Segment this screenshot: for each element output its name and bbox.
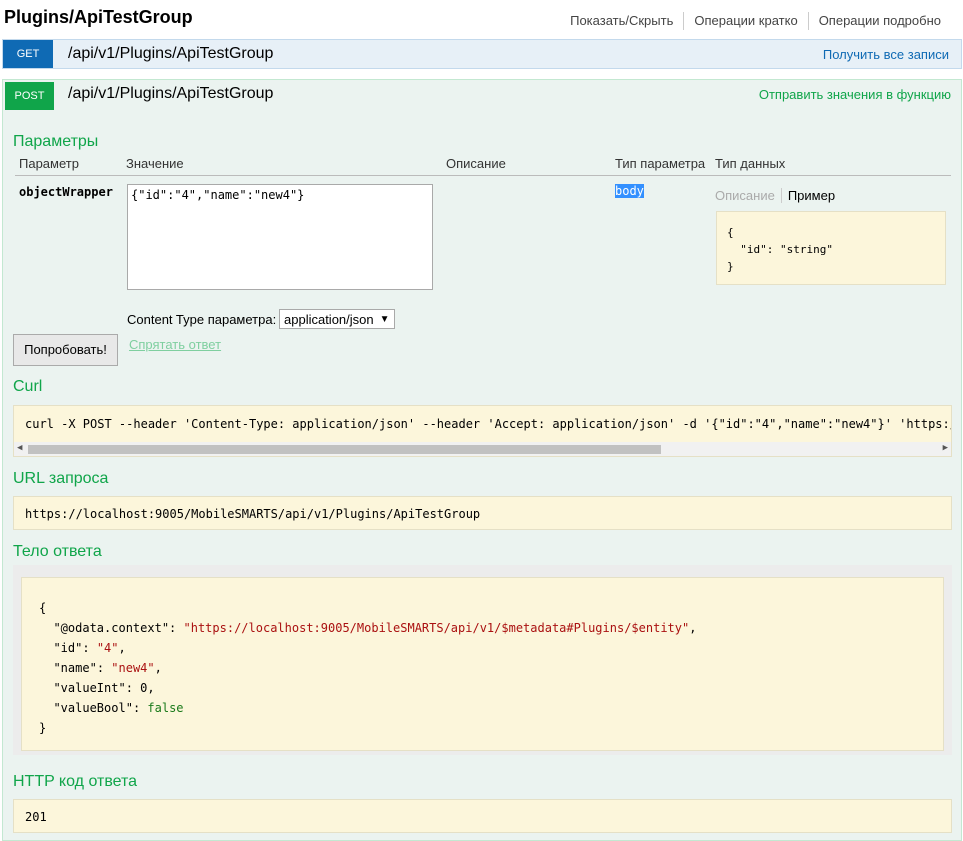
col-value: Значение	[126, 156, 184, 171]
dropdown-arrow-icon: ▼	[379, 313, 390, 325]
col-data-type: Тип данных	[715, 156, 786, 171]
list-operations-link[interactable]: Операции кратко	[683, 12, 807, 30]
response-json: { "@odata.context": "https://localhost:9…	[39, 598, 696, 738]
response-code-title: HTTP код ответа	[13, 773, 138, 790]
parameters-title: Параметры	[13, 133, 99, 150]
tab-model-example[interactable]: Пример	[782, 188, 835, 203]
post-path[interactable]: /api/v1/Plugins/ApiTestGroup	[68, 85, 273, 103]
horizontal-scrollbar[interactable]: ◀ ▶	[14, 442, 951, 456]
model-example-box[interactable]: { "id": "string" }	[716, 211, 946, 285]
resource-title[interactable]: Plugins/ApiTestGroup	[4, 7, 193, 28]
json-key: "valueBool"	[53, 701, 133, 715]
json-key: "@odata.context"	[53, 621, 170, 635]
response-body-title: Тело ответа	[13, 543, 102, 560]
request-url-title: URL запроса	[13, 470, 109, 487]
get-path[interactable]: /api/v1/Plugins/ApiTestGroup	[68, 45, 273, 63]
post-method-badge[interactable]: POST	[5, 82, 54, 110]
try-it-button[interactable]: Попробовать!	[13, 334, 118, 366]
request-url: https://localhost:9005/MobileSMARTS/api/…	[25, 507, 481, 521]
json-line: "id": "4",	[53, 641, 126, 655]
header-links: Показать/Скрыть Операции кратко Операции…	[560, 12, 951, 30]
param-name: objectWrapper	[19, 185, 113, 199]
json-key: "name"	[53, 661, 97, 675]
response-body-container: { "@odata.context": "https://localhost:9…	[13, 565, 952, 755]
curl-block[interactable]: curl -X POST --header 'Content-Type: app…	[13, 405, 952, 457]
curl-command: curl -X POST --header 'Content-Type: app…	[25, 417, 952, 431]
scroll-right-icon[interactable]: ▶	[943, 443, 948, 453]
response-body-block[interactable]: { "@odata.context": "https://localhost:9…	[21, 577, 944, 751]
col-description: Описание	[446, 156, 506, 171]
json-line: "name": "new4",	[53, 661, 162, 675]
json-line: "@odata.context": "https://localhost:900…	[53, 621, 697, 635]
get-method-badge[interactable]: GET	[3, 40, 53, 68]
hide-response-link[interactable]: Спрятать ответ	[129, 337, 221, 352]
param-value-textarea[interactable]: {"id":"4","name":"new4"}	[127, 184, 433, 290]
json-value: "new4"	[111, 661, 155, 675]
scrollbar-thumb[interactable]	[28, 445, 661, 454]
request-url-block[interactable]: https://localhost:9005/MobileSMARTS/api/…	[13, 496, 952, 530]
json-value: 0	[140, 681, 148, 695]
json-key: "id"	[53, 641, 83, 655]
json-open-brace: {	[39, 601, 47, 615]
post-operation: POST /api/v1/Plugins/ApiTestGroup Отправ…	[2, 79, 962, 841]
content-type-value: application/json	[284, 311, 374, 327]
scroll-left-icon[interactable]: ◀	[17, 443, 22, 453]
get-operation[interactable]: GET /api/v1/Plugins/ApiTestGroup Получит…	[2, 39, 962, 69]
json-value: "4"	[96, 641, 119, 655]
show-hide-link[interactable]: Показать/Скрыть	[560, 12, 683, 30]
post-operation-bar[interactable]: POST /api/v1/Plugins/ApiTestGroup Отправ…	[3, 80, 961, 110]
json-key: "valueInt"	[53, 681, 126, 695]
post-summary-link[interactable]: Отправить значения в функцию	[759, 87, 951, 102]
param-type: body	[615, 184, 644, 198]
json-close-brace: }	[39, 721, 47, 735]
json-line: "valueInt": 0,	[53, 681, 155, 695]
data-type-tabs: Описание Пример	[715, 188, 835, 203]
expand-operations-link[interactable]: Операции подробно	[807, 12, 951, 30]
json-value: "https://localhost:9005/MobileSMARTS/api…	[183, 621, 690, 635]
response-code: 201	[25, 810, 47, 824]
parameters-table-header: Параметр Значение Описание Тип параметра…	[15, 156, 951, 176]
content-type-select[interactable]: application/json ▼	[279, 309, 395, 329]
content-type-label: Content Type параметра:	[127, 312, 277, 327]
col-param-type: Тип параметра	[615, 156, 706, 171]
tab-model-description[interactable]: Описание	[715, 188, 782, 203]
json-line: "valueBool": false	[53, 701, 184, 715]
resource-header: Plugins/ApiTestGroup Показать/Скрыть Опе…	[0, 0, 963, 38]
curl-title: Curl	[13, 378, 43, 395]
json-value: false	[147, 701, 184, 715]
get-summary-link[interactable]: Получить все записи	[823, 47, 949, 62]
response-code-block[interactable]: 201	[13, 799, 952, 833]
col-parameter: Параметр	[19, 156, 79, 171]
